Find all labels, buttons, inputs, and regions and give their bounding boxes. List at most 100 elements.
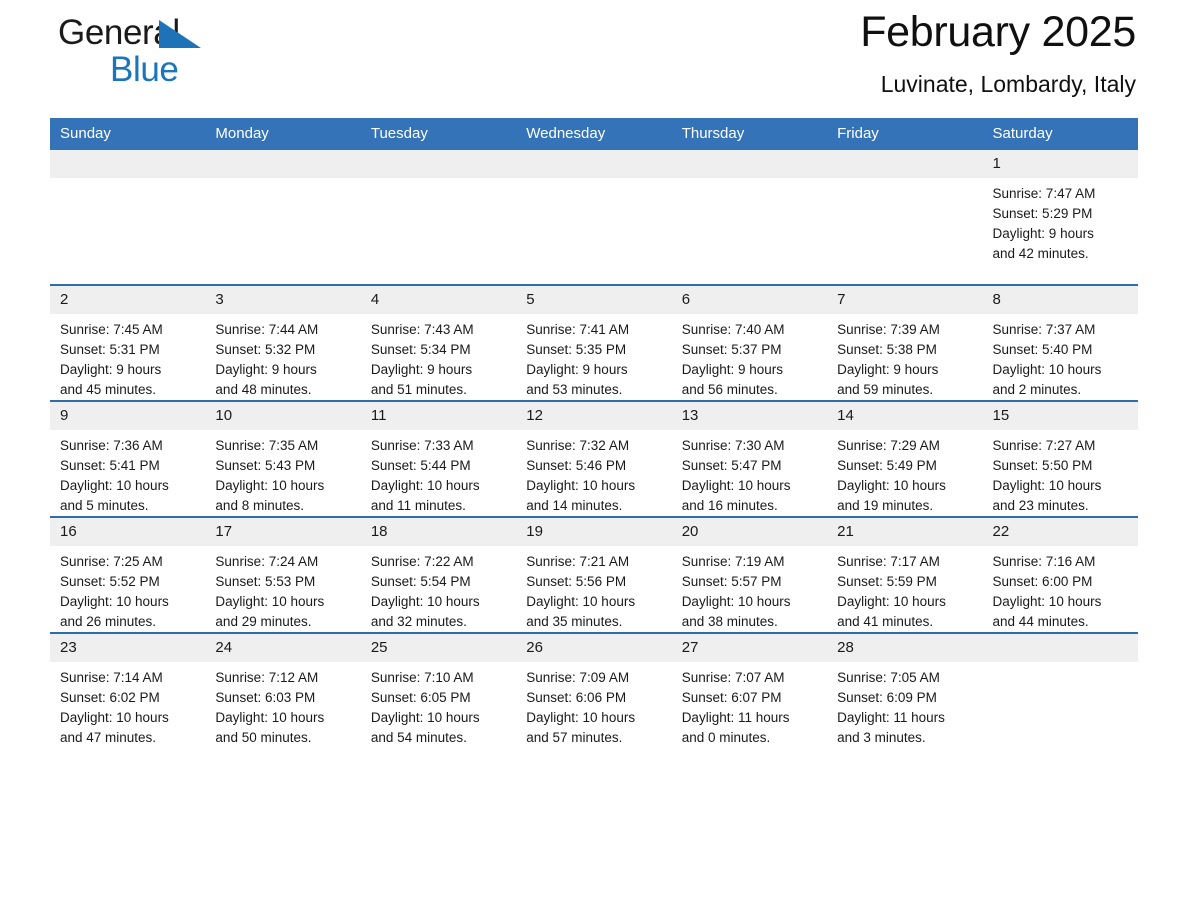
day-number: 4 (360, 286, 517, 314)
calendar-empty-cell (205, 150, 361, 285)
calendar-day-cell[interactable]: 6 Sunrise: 7:40 AM Sunset: 5:37 PM Daylight… (671, 284, 828, 401)
daylight-duration-line-2: and 53 minutes. (526, 382, 623, 397)
day-number: 12 (516, 402, 672, 430)
day-details: Sunrise: 7:43 AM Sunset: 5:34 PM Daylight:… (361, 314, 516, 400)
day-number: 1 (982, 150, 1138, 178)
calendar-week-row: 9 Sunrise: 7:36 AM Sunset: 5:41 PM Daylight… (50, 400, 1138, 517)
daylight-duration-line-2: and 44 minutes. (992, 614, 1089, 629)
daylight-duration-line-1: Daylight: 10 hours (526, 710, 636, 725)
calendar-day-cell[interactable]: 5 Sunrise: 7:41 AM Sunset: 5:35 PM Daylight… (516, 284, 672, 401)
calendar-week-row: 16 Sunrise: 7:25 AM Sunset: 5:52 PM Dayligh… (50, 516, 1138, 633)
day-details (827, 178, 982, 184)
day-number: 19 (516, 518, 672, 546)
day-details: Sunrise: 7:40 AM Sunset: 5:37 PM Daylight:… (672, 314, 827, 400)
calendar-day-cell[interactable]: 22 Sunrise: 7:16 AM Sunset: 6:00 PM Dayligh… (982, 516, 1138, 633)
calendar-empty-cell (982, 632, 1138, 748)
sunrise-time: Sunrise: 7:32 AM (526, 438, 630, 453)
day-number: 8 (982, 286, 1138, 314)
daylight-duration-line-2: and 48 minutes. (215, 382, 312, 397)
daylight-duration-line-2: and 32 minutes. (370, 614, 467, 629)
calendar-day-cell[interactable]: 10 Sunrise: 7:35 AM Sunset: 5:43 PM Dayligh… (205, 400, 361, 517)
day-number: 15 (982, 402, 1138, 430)
calendar-day-cell[interactable]: 11 Sunrise: 7:33 AM Sunset: 5:44 PM Dayligh… (360, 400, 517, 517)
calendar-day-cell[interactable]: 9 Sunrise: 7:36 AM Sunset: 5:41 PM Daylight… (50, 400, 206, 517)
day-number (982, 634, 1138, 662)
daylight-duration-line-2: and 2 minutes. (992, 382, 1082, 397)
calendar-day-cell[interactable]: 13 Sunrise: 7:30 AM Sunset: 5:47 PM Dayligh… (671, 400, 828, 517)
calendar-day-cell[interactable]: 25 Sunrise: 7:10 AM Sunset: 6:05 PM Dayligh… (360, 632, 517, 748)
calendar-day-cell[interactable]: 24 Sunrise: 7:12 AM Sunset: 6:03 PM Dayligh… (205, 632, 361, 748)
sunrise-time: Sunrise: 7:12 AM (215, 670, 319, 685)
sunrise-time: Sunrise: 7:39 AM (837, 322, 940, 337)
day-details: Sunrise: 7:25 AM Sunset: 5:52 PM Daylight:… (50, 546, 205, 632)
sunset-time: Sunset: 5:53 PM (215, 574, 316, 589)
day-details: Sunrise: 7:10 AM Sunset: 6:05 PM Daylight:… (361, 662, 516, 748)
day-details (50, 178, 205, 184)
calendar-day-cell[interactable]: 18 Sunrise: 7:22 AM Sunset: 5:54 PM Dayligh… (360, 516, 517, 633)
sunset-time: Sunset: 6:03 PM (215, 690, 316, 705)
sunset-time: Sunset: 6:06 PM (526, 690, 627, 705)
calendar-day-cell[interactable]: 23 Sunrise: 7:14 AM Sunset: 6:02 PM Dayligh… (50, 632, 206, 748)
calendar-day-cell[interactable]: 15 Sunrise: 7:27 AM Sunset: 5:50 PM Dayligh… (982, 400, 1138, 517)
calendar-day-cell[interactable]: 16 Sunrise: 7:25 AM Sunset: 5:52 PM Dayligh… (50, 516, 206, 633)
sunrise-time: Sunrise: 7:40 AM (681, 322, 785, 337)
sunrise-time: Sunrise: 7:44 AM (215, 322, 319, 337)
calendar-empty-cell (50, 150, 206, 285)
sunrise-time: Sunrise: 7:43 AM (370, 322, 474, 337)
day-number: 16 (50, 518, 206, 546)
calendar-day-cell[interactable]: 20 Sunrise: 7:19 AM Sunset: 5:57 PM Dayligh… (671, 516, 828, 633)
sunrise-time: Sunrise: 7:30 AM (681, 438, 785, 453)
day-details: Sunrise: 7:33 AM Sunset: 5:44 PM Daylight:… (361, 430, 516, 516)
daylight-duration-line-1: Daylight: 10 hours (526, 594, 636, 609)
sunrise-time: Sunrise: 7:05 AM (837, 670, 940, 685)
calendar-day-cell[interactable]: 14 Sunrise: 7:29 AM Sunset: 5:49 PM Dayligh… (827, 400, 983, 517)
day-details: Sunrise: 7:29 AM Sunset: 5:49 PM Daylight:… (827, 430, 982, 516)
sunset-time: Sunset: 5:52 PM (60, 574, 160, 589)
day-number: 13 (671, 402, 828, 430)
daylight-duration-line-1: Daylight: 10 hours (681, 478, 791, 493)
daylight-duration-line-1: Daylight: 11 hours (837, 710, 945, 725)
day-number: 11 (360, 402, 517, 430)
sunset-time: Sunset: 5:49 PM (837, 458, 937, 473)
logo-word-blue: Blue (110, 50, 179, 89)
daylight-duration-line-1: Daylight: 9 hours (215, 362, 317, 377)
calendar-day-cell[interactable]: 17 Sunrise: 7:24 AM Sunset: 5:53 PM Dayligh… (205, 516, 361, 633)
calendar-day-cell[interactable]: 27 Sunrise: 7:07 AM Sunset: 6:07 PM Dayligh… (671, 632, 828, 748)
calendar-day-cell[interactable]: 26 Sunrise: 7:09 AM Sunset: 6:06 PM Dayligh… (516, 632, 672, 748)
calendar-day-cell[interactable]: 28 Sunrise: 7:05 AM Sunset: 6:09 PM Dayligh… (827, 632, 983, 748)
daylight-duration-line-2: and 19 minutes. (837, 498, 934, 513)
calendar-day-cell[interactable]: 8 Sunrise: 7:37 AM Sunset: 5:40 PM Daylight… (982, 284, 1138, 401)
calendar-day-cell[interactable]: 3 Sunrise: 7:44 AM Sunset: 5:32 PM Daylight… (205, 284, 361, 401)
calendar-day-cell[interactable]: 21 Sunrise: 7:17 AM Sunset: 5:59 PM Dayligh… (827, 516, 983, 633)
calendar-page: General Blue February 2025 Luvinate, Lom… (0, 0, 1188, 918)
sunset-time: Sunset: 5:57 PM (681, 574, 782, 589)
calendar-body: 1 Sunrise: 7:47 AM Sunset: 5:29 PM Daylight… (50, 150, 1138, 748)
calendar-day-cell[interactable]: 7 Sunrise: 7:39 AM Sunset: 5:38 PM Daylight… (827, 284, 983, 401)
calendar-day-cell[interactable]: 2 Sunrise: 7:45 AM Sunset: 5:31 PM Daylight… (50, 284, 206, 401)
day-number: 28 (827, 634, 983, 662)
daylight-duration-line-1: Daylight: 10 hours (526, 478, 636, 493)
sunset-time: Sunset: 5:46 PM (526, 458, 627, 473)
calendar-day-cell[interactable]: 1 Sunrise: 7:47 AM Sunset: 5:29 PM Daylight… (982, 150, 1138, 285)
weekday-header-thursday: Thursday (671, 118, 828, 150)
daylight-duration-line-2: and 59 minutes. (837, 382, 934, 397)
daylight-duration-line-2: and 5 minutes. (60, 498, 149, 513)
calendar-day-cell[interactable]: 4 Sunrise: 7:43 AM Sunset: 5:34 PM Daylight… (360, 284, 517, 401)
day-details: Sunrise: 7:41 AM Sunset: 5:35 PM Daylight:… (516, 314, 671, 400)
calendar-day-cell[interactable]: 19 Sunrise: 7:21 AM Sunset: 5:56 PM Dayligh… (516, 516, 672, 633)
calendar-day-cell[interactable]: 12 Sunrise: 7:32 AM Sunset: 5:46 PM Dayligh… (516, 400, 672, 517)
sunrise-time: Sunrise: 7:22 AM (370, 554, 474, 569)
day-details (983, 662, 1138, 668)
sunrise-time: Sunrise: 7:45 AM (60, 322, 163, 337)
calendar-empty-cell (360, 150, 517, 285)
daylight-duration-line-1: Daylight: 10 hours (370, 594, 480, 609)
day-details: Sunrise: 7:27 AM Sunset: 5:50 PM Daylight:… (983, 430, 1138, 516)
page-header: General Blue February 2025 Luvinate, Lom… (50, 0, 1138, 118)
day-number (205, 150, 361, 178)
day-number (671, 150, 828, 178)
sunset-time: Sunset: 5:54 PM (370, 574, 471, 589)
day-number: 21 (827, 518, 983, 546)
sunset-time: Sunset: 6:09 PM (837, 690, 937, 705)
weekday-header-wednesday: Wednesday (516, 118, 672, 150)
daylight-duration-line-1: Daylight: 10 hours (215, 478, 325, 493)
